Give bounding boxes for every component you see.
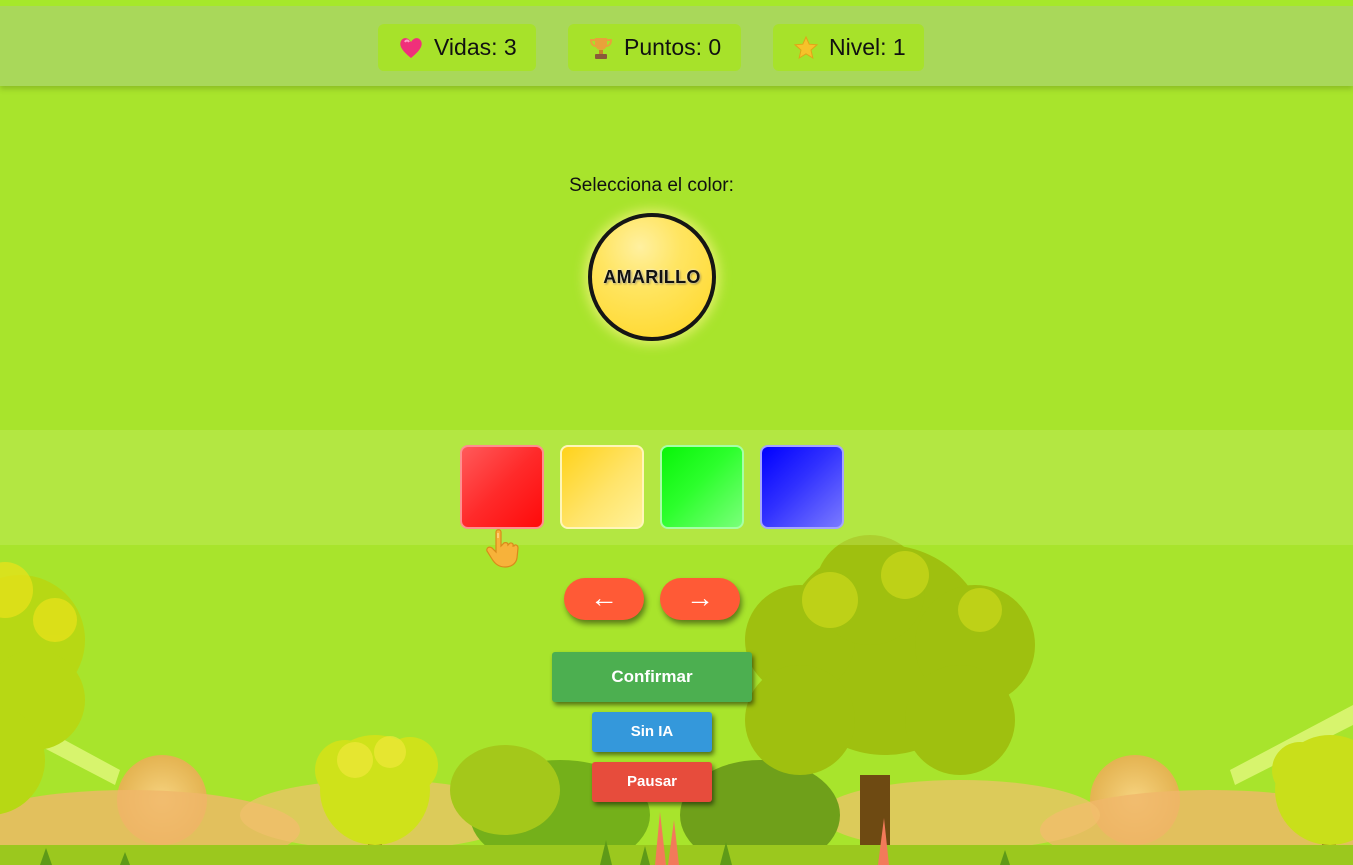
color-prompt: Selecciona el color: xyxy=(569,175,734,196)
no-ai-button[interactable]: Sin IA xyxy=(592,712,712,752)
target-color-circle: AMARILLO xyxy=(588,213,716,341)
color-option-green[interactable] xyxy=(660,445,744,529)
color-option-blue[interactable] xyxy=(760,445,844,529)
lives-label: Vidas: 3 xyxy=(434,34,517,60)
hud-bar: Vidas: 3 Puntos: 0 Nivel: 1 xyxy=(0,0,1353,86)
points-counter: Puntos: 0 xyxy=(568,24,741,71)
heart-icon xyxy=(400,37,422,58)
color-option-yellow[interactable] xyxy=(560,445,644,529)
color-options xyxy=(0,430,1353,545)
confirm-button[interactable]: Confirmar xyxy=(552,652,752,702)
pause-button[interactable]: Pausar xyxy=(592,762,712,802)
star-icon xyxy=(793,35,819,59)
target-color-word: AMARILLO xyxy=(603,266,701,287)
next-arrow-button[interactable]: → xyxy=(660,578,740,620)
previous-arrow-button[interactable]: ← xyxy=(564,578,644,620)
level-label: Nivel: 1 xyxy=(829,34,906,60)
points-label: Puntos: 0 xyxy=(624,34,722,60)
level-counter: Nivel: 1 xyxy=(773,24,924,71)
lives-counter: Vidas: 3 xyxy=(378,24,536,71)
color-option-red[interactable] xyxy=(460,445,544,529)
pointing-hand-icon xyxy=(486,529,519,568)
trophy-icon xyxy=(589,37,613,59)
